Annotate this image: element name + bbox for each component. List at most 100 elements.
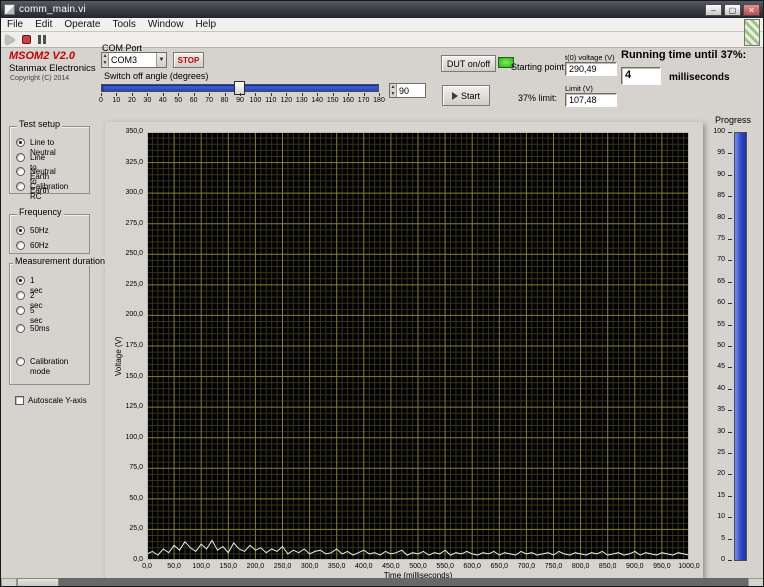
slider-tick [363,93,365,96]
menu-item-tools[interactable]: Tools [107,18,142,32]
radio-label: Calibration RC [30,182,69,201]
slider-tick [209,93,211,96]
slider-tick [255,93,257,96]
scrollbar-corner [748,578,763,586]
radio-icon [16,306,25,315]
menu-item-file[interactable]: File [1,18,29,32]
x-axis-tick-label: 450,0 [382,563,400,570]
x-axis-tick-label: 800,0 [571,563,590,570]
chevron-down-icon[interactable]: ▼ [156,53,166,67]
limit37-label: 37% limit: [518,93,558,103]
y-axis-tick-label: 50,0 [129,494,143,502]
radio-icon [16,153,25,162]
slider-tick-label: 120 [280,97,293,104]
slider-tick-label: 160 [342,97,354,104]
x-axis-tick-label: 700,0 [517,563,536,570]
progress-tick-label: 75 [717,235,725,242]
progress-tick [728,453,732,454]
progress-tick-label: 0 [721,556,725,563]
progress-tick [728,538,732,540]
increment-decrement-icon[interactable]: ▲ ▼ [390,84,397,97]
slider-tick-label: 110 [265,97,277,104]
x-axis-tick-label: 950,0 [653,563,671,570]
radio-icon [16,241,25,250]
progress-tick-label: 45 [717,363,725,371]
window-title: comm_main.vi [19,4,86,15]
start-button[interactable]: Start [442,85,490,106]
progress-tick-label: 70 [717,256,725,264]
progress-tick [728,281,732,283]
progress-tick-label: 10 [717,513,725,521]
run-icon[interactable] [6,34,15,45]
x-axis-tick-label: 100,0 [192,563,210,570]
t0-voltage-field[interactable]: 290,49 [565,62,617,76]
app-title: MSOM2 V2.0 [9,50,76,62]
maximize-button[interactable]: ▢ [724,3,741,16]
x-axis-tick-label: 900,0 [626,563,644,570]
duration-label: Measurement duration [13,256,108,266]
y-axis-tick-label: 250,0 [125,250,143,258]
slider-tick [270,93,272,96]
close-button[interactable]: ✕ [743,3,760,16]
progress-tick [728,431,732,433]
pause-icon[interactable] [38,35,46,44]
x-axis-tick-label: 150,0 [219,563,238,570]
slider-tick [147,93,149,96]
progress-tick-label: 5 [721,534,725,542]
radio-label: Calibration mode [30,357,69,376]
progress-tick-label: 50 [717,342,725,349]
progress-tick [728,517,732,519]
dut-on-off-button[interactable]: DUT on/off [441,55,496,72]
x-axis-tick-label: 650,0 [490,563,509,570]
radio-icon [16,291,25,300]
radio-icon [16,324,25,333]
limit-field[interactable]: 107,48 [565,93,617,107]
progress-tick [728,239,732,240]
y-axis-tick-label: 175,0 [125,342,143,349]
slider-tick [178,93,180,96]
frequency-label: Frequency [17,207,64,217]
chart-plot-area[interactable] [146,131,690,561]
progress-tick [728,174,732,176]
radio-label: 60Hz [30,241,49,250]
play-icon [451,91,458,100]
autoscale-checkbox[interactable] [15,396,24,405]
slider-tick-label: 170 [357,97,370,104]
abort-icon[interactable] [22,35,31,44]
t0-voltage-label: t(0) voltage (V) [565,53,615,62]
limit-v-label: Limit (V) [565,84,593,93]
scrollbar-thumb[interactable] [17,578,59,586]
progress-tick-label: 60 [717,299,725,307]
vi-app-icon [4,4,15,15]
horizontal-scrollbar[interactable] [1,578,763,586]
minimize-button[interactable]: – [705,3,722,16]
copyright: Copyright (C) 2014 [10,75,70,82]
progress-tick-label: 65 [717,277,725,285]
progress-tick [728,410,732,412]
progress-label: Progress [715,115,752,125]
progress-tick-label: 90 [717,170,725,178]
progress-tick [728,560,732,561]
window-buttons: – ▢ ✕ [705,3,760,16]
start-label: Start [460,90,480,101]
progress-tick [728,196,732,198]
menu-item-edit[interactable]: Edit [29,18,58,32]
x-axis-tick-label: 250,0 [273,563,292,570]
menu-item-operate[interactable]: Operate [58,18,106,32]
progress-tick [728,474,732,476]
io-spinner-icon[interactable]: ▲ ▼ [102,53,109,67]
running-time-field: 4 [621,67,661,85]
stop-button[interactable]: STOP [173,52,204,68]
angle-scale: 0 10 20 30 40 50 60 70 80 90 100 110 120 130 140 150 160… [99,93,385,105]
y-axis-tick-label: 300,0 [125,189,143,197]
menu-item-help[interactable]: Help [189,18,222,32]
progress-tick-label: 30 [717,427,725,435]
angle-value: 90 [399,85,410,96]
radio-icon [16,226,25,235]
angle-value-input[interactable]: ▲ ▼ 90 [389,83,426,98]
menu-item-window[interactable]: Window [142,18,190,32]
progress-tick [728,388,732,390]
progress-tick-label: 15 [717,491,725,499]
slider-tick-label: 40 [158,97,167,104]
com-port-select[interactable]: ▲ ▼ COM3 ▼ [101,52,167,68]
